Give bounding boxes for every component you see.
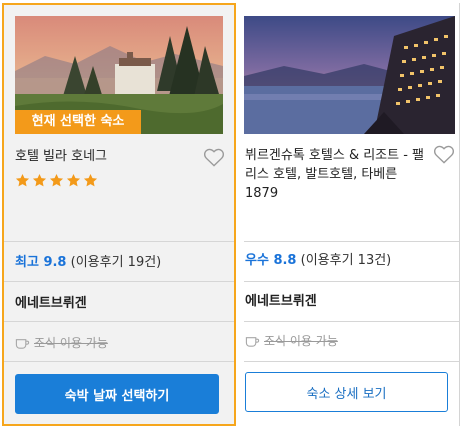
view-details-button[interactable]: 숙소 상세 보기 — [245, 372, 448, 412]
divider — [4, 321, 234, 322]
review-count: (이용후기 13건) — [300, 253, 392, 268]
hotel-card[interactable]: 뷔르겐슈톡 호텔스 & 리조트 - 팰리스 호텔, 발트호텔, 타베른 1879… — [244, 3, 460, 426]
hotel-location: 에네트브뤼겐 — [245, 294, 317, 309]
hotel-name[interactable]: 뷔르겐슈톡 호텔스 & 리조트 - 팰리스 호텔, 발트호텔, 타베른 1879 — [245, 146, 429, 203]
review-count: (이용후기 19건) — [70, 255, 162, 270]
coffee-cup-icon — [15, 339, 30, 349]
divider — [244, 361, 459, 362]
divider — [244, 241, 459, 242]
favorite-heart-icon[interactable] — [433, 144, 455, 164]
select-dates-button[interactable]: 숙박 날짜 선택하기 — [15, 374, 219, 414]
divider — [244, 321, 459, 322]
hotel-photo-image — [244, 16, 455, 134]
divider — [4, 241, 234, 242]
star-icon — [32, 173, 47, 187]
divider — [4, 281, 234, 282]
divider — [244, 281, 459, 282]
hotel-card-selected[interactable]: 현재 선택한 숙소 호텔 빌라 호네그 최고 9.8 (이용후기 19건) 에네… — [2, 3, 236, 426]
hotel-name[interactable]: 호텔 빌라 호네그 — [15, 147, 195, 166]
guest-rating: 우수 8.8 (이용후기 13건) — [245, 252, 391, 270]
star-icon — [66, 173, 81, 187]
coffee-cup-icon — [245, 337, 260, 347]
breakfast-amenity: 조식 이용 가능 — [245, 333, 338, 349]
guest-rating: 최고 9.8 (이용후기 19건) — [15, 254, 161, 272]
star-icon — [49, 173, 64, 187]
breakfast-label: 조식 이용 가능 — [264, 334, 338, 348]
divider — [4, 361, 234, 362]
rating-grade: 우수 8.8 — [245, 253, 297, 268]
breakfast-amenity: 조식 이용 가능 — [15, 335, 108, 351]
star-icon — [15, 173, 30, 187]
rating-grade: 최고 9.8 — [15, 255, 67, 270]
hotel-location: 에네트브뤼겐 — [15, 296, 87, 311]
star-icon — [83, 173, 98, 187]
hotel-photo[interactable] — [244, 16, 455, 134]
current-selection-badge: 현재 선택한 숙소 — [15, 110, 141, 134]
favorite-heart-icon[interactable] — [203, 147, 225, 167]
star-rating — [15, 173, 98, 188]
breakfast-label: 조식 이용 가능 — [34, 336, 108, 350]
